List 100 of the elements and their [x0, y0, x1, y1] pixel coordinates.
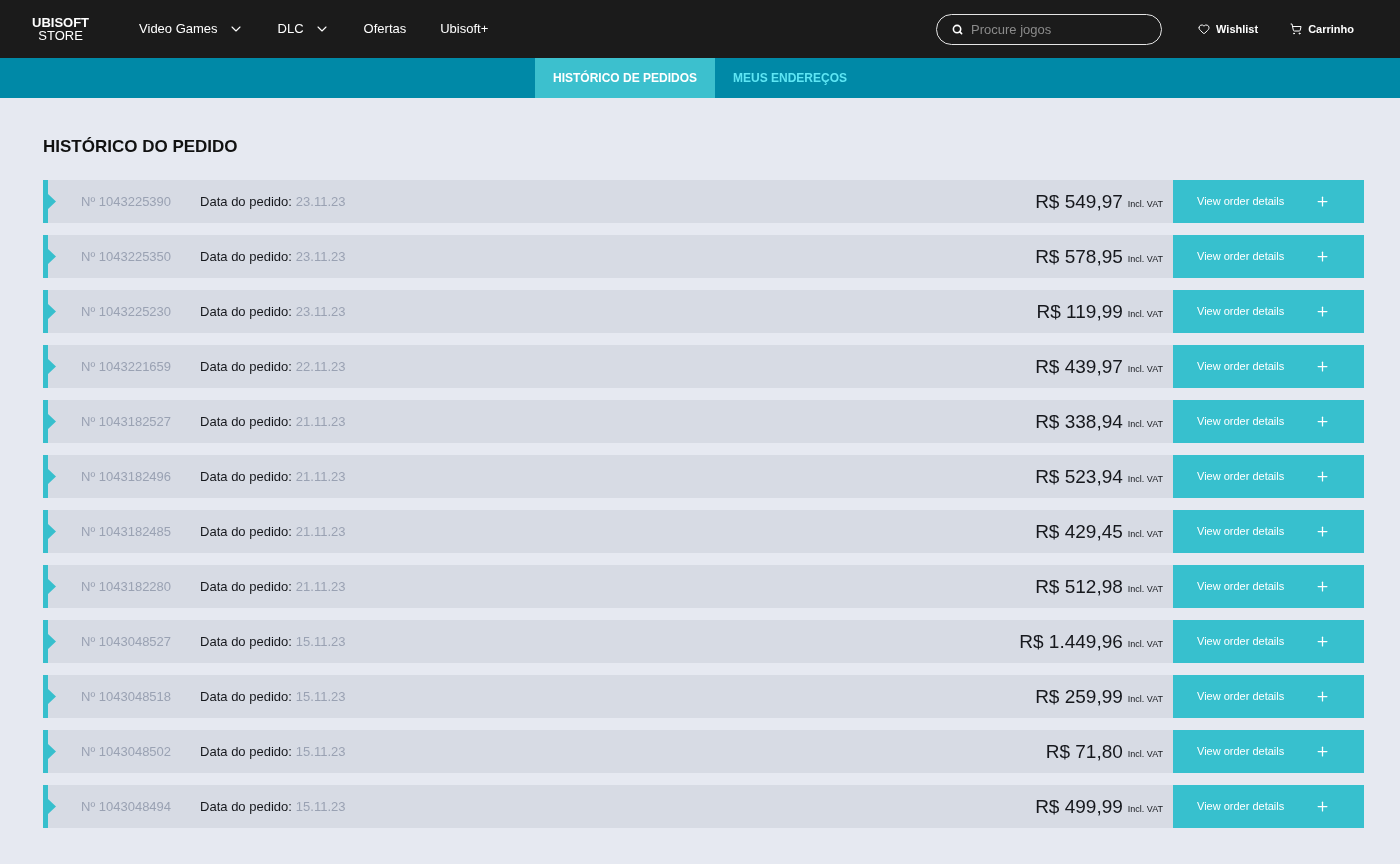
plus-icon	[1315, 634, 1330, 649]
accent-bar-icon	[43, 345, 56, 388]
order-number: Nº 1043221659	[81, 357, 172, 376]
tax-note: Incl. VAT	[1127, 585, 1163, 594]
order-number: Nº 1043182496	[81, 467, 172, 486]
tax-note: Incl. VAT	[1127, 640, 1163, 649]
store-logo[interactable]: UBISOFT STORE	[32, 16, 90, 42]
heart-icon	[1198, 23, 1211, 35]
accent-bar-icon	[43, 290, 56, 333]
order-date-label: Data do pedido:	[200, 357, 292, 376]
order-number: Nº 1043182280	[81, 577, 172, 596]
plus-icon	[1315, 194, 1330, 209]
order-date: 22.11.23	[295, 357, 346, 376]
accent-bar-icon	[43, 785, 56, 828]
plus-icon	[1315, 799, 1330, 814]
nav-link[interactable]: Ubisoft+	[440, 19, 489, 39]
view-order-details-button[interactable]: View order details	[1173, 455, 1364, 498]
plus-icon	[1315, 579, 1330, 594]
plus-icon	[1315, 744, 1330, 759]
order-date-label: Data do pedido:	[200, 247, 292, 266]
cart-button[interactable]: Carrinho	[1290, 20, 1354, 38]
accent-bar-icon	[43, 510, 56, 553]
plus-icon	[1315, 524, 1330, 539]
order-price: R$ 429,45	[1035, 522, 1123, 541]
accent-bar-icon	[43, 620, 56, 663]
tax-note: Incl. VAT	[1127, 475, 1163, 484]
account-tab[interactable]: MEUS ENDEREÇOS	[715, 58, 866, 98]
tax-note: Incl. VAT	[1127, 365, 1163, 374]
order-price: R$ 259,99	[1035, 687, 1123, 706]
order-number: Nº 1043225230	[81, 302, 172, 321]
plus-icon	[1315, 414, 1330, 429]
view-order-details-button[interactable]: View order details	[1173, 345, 1364, 388]
tax-note: Incl. VAT	[1127, 200, 1163, 209]
view-order-details-button[interactable]: View order details	[1173, 675, 1364, 718]
order-date-label: Data do pedido:	[200, 797, 292, 816]
order-date: 23.11.23	[295, 302, 346, 321]
order-price: R$ 578,95	[1035, 247, 1123, 266]
accent-bar-icon	[43, 675, 56, 718]
order-date: 23.11.23	[295, 247, 346, 266]
tax-note: Incl. VAT	[1127, 695, 1163, 704]
order-date: 21.11.23	[295, 412, 346, 431]
order-price: R$ 1.449,96	[1019, 632, 1123, 651]
plus-icon	[1315, 469, 1330, 484]
order-number: Nº 1043225390	[81, 192, 172, 211]
account-tab[interactable]: HISTÓRICO DE PEDIDOS	[534, 58, 715, 98]
view-order-details-button[interactable]: View order details	[1173, 565, 1364, 608]
nav-menu-button[interactable]: DLC	[277, 19, 330, 39]
order-number: Nº 1043048494	[81, 797, 172, 816]
order-date: 15.11.23	[295, 742, 346, 761]
order-date: 21.11.23	[295, 577, 346, 596]
nav-menu-button[interactable]: Video Games	[139, 19, 244, 39]
accent-bar-icon	[43, 400, 56, 443]
order-date-label: Data do pedido:	[200, 302, 292, 321]
nav-link[interactable]: Ofertas	[363, 19, 407, 39]
plus-icon	[1315, 249, 1330, 264]
search-field[interactable]: Procure jogos	[936, 13, 1163, 45]
accent-bar-icon	[43, 180, 56, 223]
order-date: 15.11.23	[295, 632, 346, 651]
order-date-label: Data do pedido:	[200, 577, 292, 596]
view-order-details-button[interactable]: View order details	[1173, 235, 1364, 278]
view-order-details-button[interactable]: View order details	[1173, 400, 1364, 443]
order-date: 23.11.23	[295, 192, 346, 211]
tax-note: Incl. VAT	[1127, 750, 1163, 759]
tax-note: Incl. VAT	[1127, 420, 1163, 429]
section-heading: HISTÓRICO DO PEDIDO	[43, 137, 239, 157]
tax-note: Incl. VAT	[1127, 530, 1163, 539]
order-date: 21.11.23	[295, 467, 346, 486]
order-date: 15.11.23	[295, 687, 346, 706]
order-number: Nº 1043182527	[81, 412, 172, 431]
order-price: R$ 499,99	[1035, 797, 1123, 816]
view-order-details-button[interactable]: View order details	[1173, 620, 1364, 663]
order-date-label: Data do pedido:	[200, 467, 292, 486]
tax-note: Incl. VAT	[1127, 255, 1163, 264]
tax-note: Incl. VAT	[1127, 310, 1163, 319]
order-price: R$ 439,97	[1035, 357, 1123, 376]
view-order-details-button[interactable]: View order details	[1173, 510, 1364, 553]
view-order-details-button[interactable]: View order details	[1173, 180, 1364, 223]
order-date-label: Data do pedido:	[200, 687, 292, 706]
accent-bar-icon	[43, 565, 56, 608]
order-date: 21.11.23	[295, 522, 346, 541]
order-date-label: Data do pedido:	[200, 412, 292, 431]
order-number: Nº 1043225350	[81, 247, 172, 266]
order-number: Nº 1043048518	[81, 687, 172, 706]
wishlist-button[interactable]: Wishlist	[1198, 20, 1259, 38]
order-price: R$ 338,94	[1035, 412, 1123, 431]
order-price: R$ 71,80	[1045, 742, 1123, 761]
order-price: R$ 549,97	[1035, 192, 1123, 211]
order-number: Nº 1043048502	[81, 742, 172, 761]
view-order-details-button[interactable]: View order details	[1173, 785, 1364, 828]
accent-bar-icon	[43, 235, 56, 278]
tax-note: Incl. VAT	[1127, 805, 1163, 814]
accent-bar-icon	[43, 730, 56, 773]
order-date-label: Data do pedido:	[200, 192, 292, 211]
order-price: R$ 523,94	[1035, 467, 1123, 486]
view-order-details-button[interactable]: View order details	[1173, 730, 1364, 773]
order-number: Nº 1043048527	[81, 632, 172, 651]
plus-icon	[1315, 689, 1330, 704]
order-date-label: Data do pedido:	[200, 632, 292, 651]
view-order-details-button[interactable]: View order details	[1173, 290, 1364, 333]
order-price: R$ 512,98	[1035, 577, 1123, 596]
